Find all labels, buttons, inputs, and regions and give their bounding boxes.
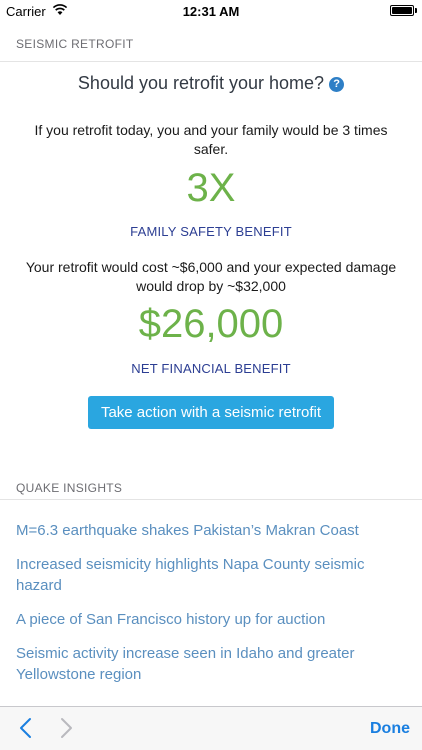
cost-description: Your retrofit would cost ~$6,000 and you… bbox=[25, 259, 397, 294]
retrofit-section-title: SEISMIC RETROFIT bbox=[16, 37, 134, 51]
battery-tip bbox=[415, 8, 417, 13]
take-action-button[interactable]: Take action with a seismic retrofit bbox=[88, 396, 334, 429]
safety-value: 3X bbox=[186, 166, 236, 210]
status-time: 12:31 AM bbox=[182, 4, 240, 19]
insights-section-title: QUAKE INSIGHTS bbox=[16, 481, 123, 495]
status-bar: Carrier 12:31 AM bbox=[0, 0, 422, 22]
financial-caption: NET FINANCIAL BENEFIT bbox=[131, 361, 291, 376]
chevron-right-icon[interactable] bbox=[60, 717, 74, 739]
safety-description: If you retrofit today, you and your fami… bbox=[34, 122, 388, 157]
done-button[interactable]: Done bbox=[370, 720, 410, 738]
battery-icon bbox=[390, 5, 414, 16]
help-icon[interactable]: ? bbox=[329, 77, 345, 92]
insight-link[interactable]: A piece of San Francisco history up for … bbox=[0, 609, 422, 630]
insight-link[interactable]: M=6.3 earthquake shakes Pakistan’s Makra… bbox=[0, 520, 422, 541]
insights-list: M=6.3 earthquake shakes Pakistan’s Makra… bbox=[0, 520, 422, 698]
question-text: Should you retrofit your home? bbox=[77, 73, 325, 93]
financial-value: $26,000 bbox=[138, 302, 284, 346]
insight-link[interactable]: Seismic activity increase seen in Idaho … bbox=[0, 643, 422, 685]
insight-link[interactable]: Increased seismicity highlights Napa Cou… bbox=[0, 554, 422, 596]
chevron-left-icon[interactable] bbox=[18, 717, 32, 739]
retrofit-section-header: SEISMIC RETROFIT bbox=[0, 26, 422, 62]
safety-caption: FAMILY SAFETY BENEFIT bbox=[130, 224, 292, 239]
insights-section-header: QUAKE INSIGHTS bbox=[0, 469, 422, 500]
retrofit-question: Should you retrofit your home?? bbox=[0, 73, 422, 94]
bottom-toolbar: Done bbox=[0, 706, 422, 750]
